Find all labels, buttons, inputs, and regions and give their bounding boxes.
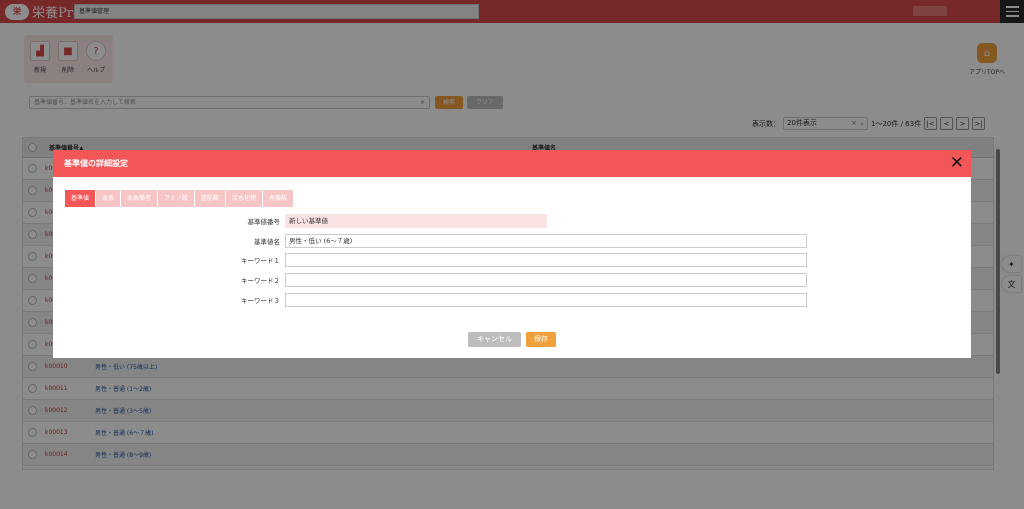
cancel-button[interactable]: キャンセル <box>468 332 521 347</box>
detail-modal: 基準値の詳細設定 ✕ 基準値 本表 本表備考 アミノ酸 脂肪酸 炭水化物 有機酸 基準値番号… <box>53 150 971 358</box>
modal-header: 基準値の詳細設定 ✕ <box>53 150 971 177</box>
form-row: 基準値名 男性・低い (6〜７歳) <box>203 233 807 248</box>
tab-0[interactable]: 基準値 <box>65 190 96 207</box>
tab-6[interactable]: 有機酸 <box>262 190 293 207</box>
field-input[interactable] <box>285 252 807 267</box>
field-label: キーワード３ <box>241 296 280 305</box>
tab-2[interactable]: 本表備考 <box>121 190 158 207</box>
field-label: キーワード２ <box>241 276 280 285</box>
tab-5[interactable]: 炭水化物 <box>225 190 262 207</box>
form-row: 基準値番号 新しい基準値 <box>203 213 547 228</box>
form-row: キーワード３ <box>203 292 807 307</box>
form-row: キーワード２ <box>203 272 807 287</box>
form-row: キーワード１ <box>203 252 807 267</box>
field-input: 新しい基準値 <box>285 213 547 228</box>
save-button[interactable]: 保存 <box>526 332 556 347</box>
field-input[interactable] <box>285 272 807 287</box>
modal-title: 基準値の詳細設定 <box>64 159 128 168</box>
field-label: キーワード１ <box>241 256 280 265</box>
field-input[interactable] <box>285 292 807 307</box>
tab-3[interactable]: アミノ酸 <box>158 190 194 207</box>
tab-4[interactable]: 脂肪酸 <box>194 190 225 207</box>
field-label: 基準値番号 <box>247 217 281 226</box>
tab-1[interactable]: 本表 <box>96 190 121 207</box>
close-icon[interactable]: ✕ <box>950 150 964 176</box>
modal-tabs: 基準値 本表 本表備考 アミノ酸 脂肪酸 炭水化物 有機酸 <box>65 190 293 207</box>
field-input[interactable]: 男性・低い (6〜７歳) <box>285 233 807 248</box>
field-label: 基準値名 <box>254 237 280 246</box>
